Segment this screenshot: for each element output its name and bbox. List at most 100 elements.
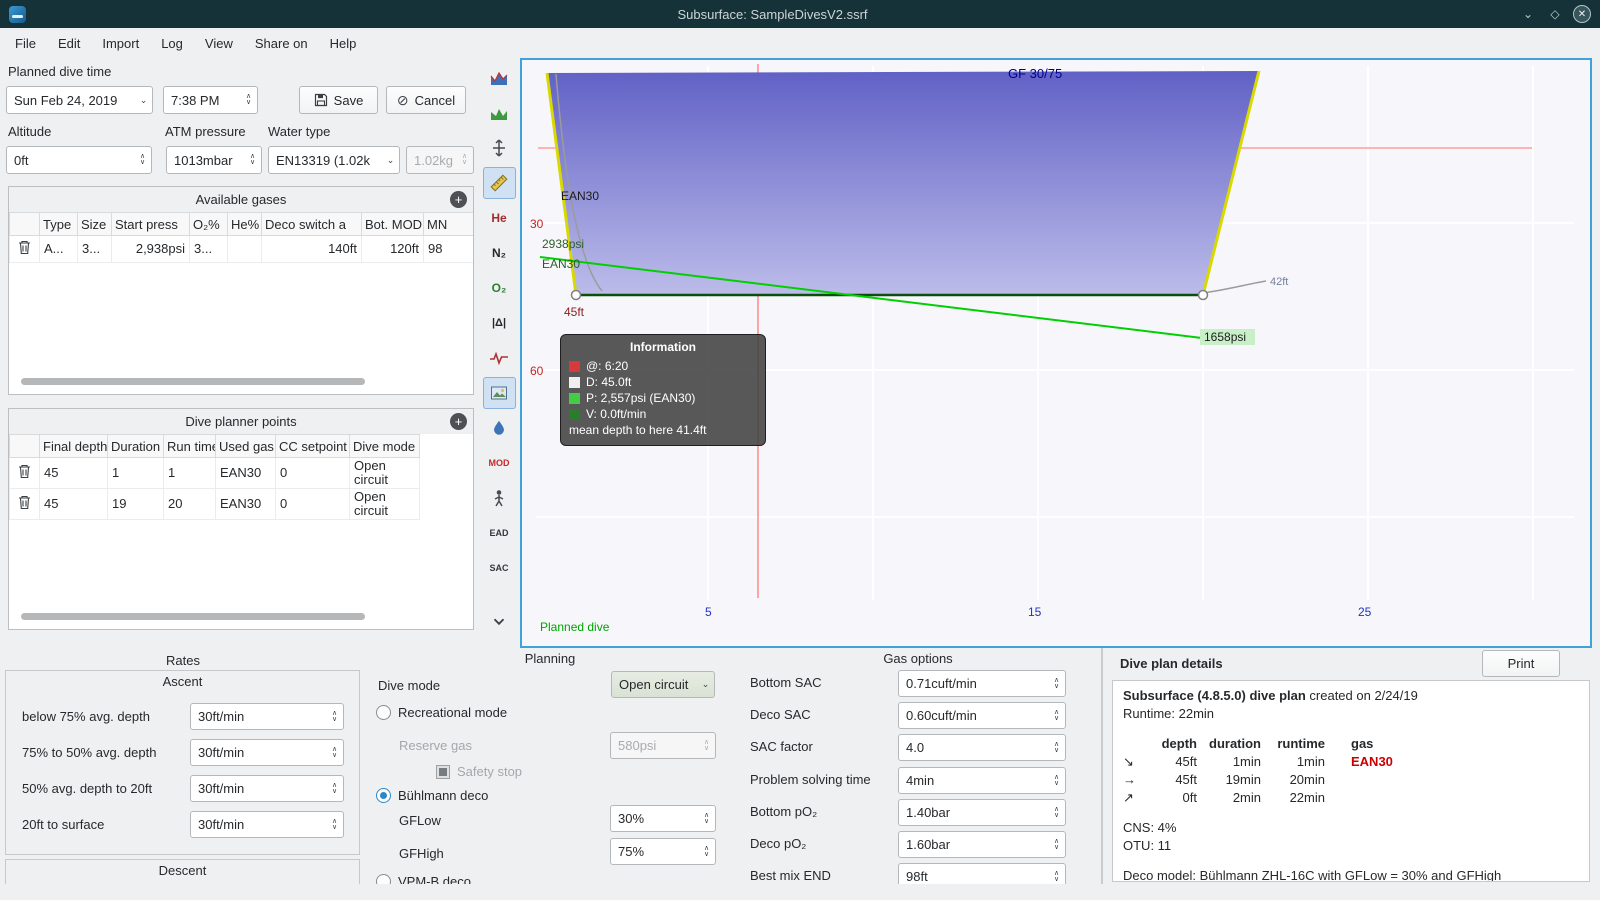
heliox-icon[interactable]: He xyxy=(483,202,516,234)
spin-buttons[interactable]: ∧ ∨ xyxy=(326,704,343,729)
menu-log[interactable]: Log xyxy=(150,31,194,56)
bottom-sac-spinbox[interactable]: 0.71cuft/min ∧ ∨ xyxy=(898,670,1066,697)
plan-table-header: depth duration runtime gas xyxy=(1161,736,1374,751)
spin-buttons[interactable]: ∧ ∨ xyxy=(326,776,343,801)
photos-icon[interactable] xyxy=(482,377,516,409)
spin-buttons[interactable]: ∧ ∨ xyxy=(134,147,151,173)
ndl-icon[interactable] xyxy=(483,482,516,514)
panel-divider[interactable] xyxy=(1101,648,1103,884)
points-hscrollbar[interactable] xyxy=(21,613,365,620)
dive-mode-combobox[interactable]: Open circuit ⌄ xyxy=(611,671,715,698)
ruler-icon[interactable] xyxy=(482,167,516,199)
col-type: Type xyxy=(39,212,78,236)
gas-option-label: Deco SAC xyxy=(750,707,811,722)
spin-buttons[interactable]: ∧ ∨ xyxy=(1048,671,1065,696)
tissues-icon[interactable]: |Δ| xyxy=(483,307,516,339)
spin-buttons[interactable]: ∧ ∨ xyxy=(1048,832,1065,857)
spin-buttons[interactable]: ∧ ∨ xyxy=(1048,703,1065,728)
recreational-mode-option[interactable]: Recreational mode xyxy=(376,705,507,720)
menu-share-on[interactable]: Share on xyxy=(244,31,319,56)
ascent-rate-spinbox-4[interactable]: 30ft/min ∧ ∨ xyxy=(190,811,344,838)
spin-down-icon: ∨ xyxy=(245,99,252,106)
delete-gas-button[interactable] xyxy=(9,235,40,263)
scroll-down-icon[interactable] xyxy=(482,606,515,638)
atm-pressure-spinbox[interactable]: 1013mbar ∧ ∨ xyxy=(166,146,262,174)
spin-buttons[interactable]: ∧ ∨ xyxy=(1048,735,1065,760)
delete-point-button[interactable] xyxy=(9,457,40,489)
spin-buttons[interactable]: ∧ ∨ xyxy=(1048,768,1065,793)
bottom-po2-spinbox[interactable]: 1.40bar ∧ ∨ xyxy=(898,799,1066,826)
menu-help[interactable]: Help xyxy=(319,31,368,56)
save-button[interactable]: Save xyxy=(299,86,378,114)
col-used-gas: Used gas xyxy=(215,434,276,458)
profile-info-tooltip[interactable]: Information @: 6:20 D: 45.0ft P: 2,557ps… xyxy=(560,334,766,446)
spin-buttons[interactable]: ∧ ∨ xyxy=(326,740,343,765)
waypoint-handle[interactable] xyxy=(1197,289,1209,301)
spin-down-icon: ∨ xyxy=(1053,875,1060,883)
spin-buttons[interactable]: ∧ ∨ xyxy=(698,839,715,864)
heart-rate-icon[interactable] xyxy=(483,342,516,374)
sac-icon[interactable]: SAC xyxy=(483,552,516,584)
save-icon xyxy=(314,93,327,107)
spin-buttons[interactable]: ∧ ∨ xyxy=(240,87,257,113)
gas-pressure-icon[interactable] xyxy=(483,412,516,444)
water-type-combobox[interactable]: EN13319 (1.02k ⌄ xyxy=(268,146,400,174)
deco-sac-spinbox[interactable]: 0.60cuft/min ∧ ∨ xyxy=(898,702,1066,729)
sac-factor-spinbox[interactable]: 4.0 ∧ ∨ xyxy=(898,734,1066,761)
increments-icon[interactable] xyxy=(483,132,516,164)
ascent-rate-spinbox-2[interactable]: 30ft/min ∧ ∨ xyxy=(190,739,344,766)
gases-hscrollbar[interactable] xyxy=(21,378,365,385)
spin-buttons[interactable]: ∧ ∨ xyxy=(326,812,343,837)
spin-buttons[interactable]: ∧ ∨ xyxy=(244,147,261,173)
dive-profile-chart[interactable]: GF 30/75 EAN30 2938psi EAN30 45ft 42ft 1… xyxy=(520,58,1592,648)
dive-time-spinbox[interactable]: 7:38 PM ∧ ∨ xyxy=(163,86,258,114)
ead-icon[interactable]: EAD xyxy=(483,517,516,549)
vpmb-deco-option[interactable]: VPM-B deco xyxy=(376,874,471,884)
oxygen-icon[interactable]: O₂ xyxy=(483,272,516,304)
print-button[interactable]: Print xyxy=(1482,650,1560,677)
ascent-arrow-icon: ↗ xyxy=(1123,790,1134,805)
col-run-time: Run time xyxy=(163,434,216,458)
tooltip-title: Information xyxy=(630,340,696,354)
window-shade-icon[interactable]: ⌄ xyxy=(1519,5,1537,23)
dive-date-combobox[interactable]: Sun Feb 24, 2019 ⌄ xyxy=(6,86,153,114)
plan-otu: OTU: 11 xyxy=(1123,838,1172,853)
safety-stop-option: Safety stop xyxy=(436,764,522,779)
deco-po2-spinbox[interactable]: 1.60bar ∧ ∨ xyxy=(898,831,1066,858)
buhlmann-deco-option[interactable]: Bühlmann deco xyxy=(376,788,488,803)
profile-toolbar: He N₂ O₂ |Δ| MOD EAD SAC xyxy=(478,62,520,584)
col-mnd: MN xyxy=(423,212,473,236)
waypoint-handle[interactable] xyxy=(570,289,582,301)
window-maximize-icon[interactable]: ◇ xyxy=(1546,5,1564,23)
spin-buttons[interactable]: ∧ ∨ xyxy=(1048,800,1065,825)
gases-table: Type Size Start press O₂% He% Deco switc… xyxy=(9,212,473,263)
delete-point-button[interactable] xyxy=(9,488,40,520)
salinity-spinbox: 1.02kg ∧ ∨ xyxy=(406,146,474,174)
menu-file[interactable]: File xyxy=(4,31,47,56)
ascent-rate-spinbox-1[interactable]: 30ft/min ∧ ∨ xyxy=(190,703,344,730)
cancel-button[interactable]: ⊘ Cancel xyxy=(386,86,466,114)
add-gas-button[interactable]: + xyxy=(450,191,467,208)
problem-solving-time-spinbox[interactable]: 4min ∧ ∨ xyxy=(898,767,1066,794)
altitude-spinbox[interactable]: 0ft ∧ ∨ xyxy=(6,146,152,174)
menu-view[interactable]: View xyxy=(194,31,244,56)
spin-buttons[interactable]: ∧ ∨ xyxy=(698,806,715,831)
radio-icon[interactable] xyxy=(376,874,391,884)
best-mix-end-spinbox[interactable]: 98ft ∧ ∨ xyxy=(898,863,1066,884)
radio-checked-icon[interactable] xyxy=(376,788,391,803)
gas-option-label: Problem solving time xyxy=(750,772,871,787)
mod-icon[interactable]: MOD xyxy=(483,447,516,479)
spin-down-icon: ∨ xyxy=(1053,682,1060,690)
ascent-rate-spinbox-3[interactable]: 30ft/min ∧ ∨ xyxy=(190,775,344,802)
gfhigh-spinbox[interactable]: 75% ∧ ∨ xyxy=(610,838,716,865)
nitrogen-icon[interactable]: N₂ xyxy=(483,237,516,269)
calc-ceiling-icon[interactable] xyxy=(483,97,516,129)
gflow-spinbox[interactable]: 30% ∧ ∨ xyxy=(610,805,716,832)
menu-edit[interactable]: Edit xyxy=(47,31,91,56)
spin-buttons[interactable]: ∧ ∨ xyxy=(1048,864,1065,884)
menu-import[interactable]: Import xyxy=(91,31,150,56)
window-close-icon[interactable]: ✕ xyxy=(1573,5,1591,23)
radio-icon[interactable] xyxy=(376,705,391,720)
add-point-button[interactable]: + xyxy=(450,413,467,430)
dc-ceiling-icon[interactable] xyxy=(483,62,516,94)
